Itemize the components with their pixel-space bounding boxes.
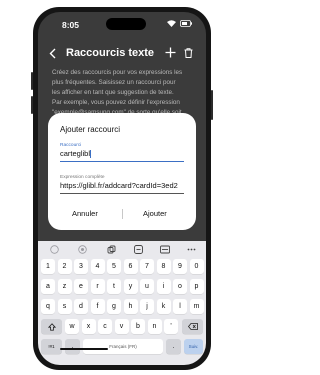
cancel-button[interactable]: Annuler — [72, 209, 98, 218]
shift-key[interactable] — [41, 319, 62, 334]
next-key[interactable]: Suiv. — [184, 339, 203, 354]
expression-field[interactable]: Expression complète https://glibl.fr/add… — [60, 175, 184, 194]
key-a[interactable]: a — [41, 279, 55, 294]
volume-down-button — [31, 96, 33, 114]
dialog-actions: Annuler Ajouter — [48, 207, 196, 223]
status-bar: 8:05 — [38, 12, 206, 36]
symbols-key[interactable]: !#1 — [41, 339, 62, 354]
key-o[interactable]: o — [173, 279, 187, 294]
key-q[interactable]: q — [41, 299, 55, 314]
key-7[interactable]: 7 — [140, 259, 154, 274]
status-time: 8:05 — [62, 20, 80, 30]
period-key[interactable]: . — [166, 339, 181, 354]
key-v[interactable]: v — [114, 319, 129, 334]
key-1[interactable]: 1 — [41, 259, 55, 274]
shortcut-field[interactable]: Raccourci carteglibl — [60, 143, 184, 163]
key-j[interactable]: j — [140, 299, 154, 314]
key-c[interactable]: c — [98, 319, 112, 334]
shortcut-input[interactable]: carteglibl — [60, 149, 90, 158]
key-4[interactable]: 4 — [90, 259, 105, 274]
shortcut-underline — [60, 161, 184, 163]
home-indicator — [60, 348, 108, 350]
volume-up-button — [31, 72, 33, 90]
keyboard: 1 2 3 4 5 6 7 8 9 0 a z e r t y u i o p … — [38, 241, 206, 365]
description-line: Créez des raccourcis pour vos expression… — [52, 69, 183, 76]
power-button — [211, 90, 213, 120]
clipboard-icon[interactable] — [107, 245, 116, 254]
backspace-key[interactable] — [182, 319, 203, 334]
shortcut-field-label: Raccourci — [60, 143, 82, 148]
add-button[interactable]: Ajouter — [143, 209, 167, 218]
expression-field-label: Expression complète — [60, 175, 105, 180]
text-cursor — [90, 150, 92, 159]
key-g[interactable]: g — [107, 299, 121, 314]
wifi-icon — [167, 20, 176, 27]
key-x[interactable]: x — [81, 319, 96, 334]
key-m[interactable]: m — [189, 299, 204, 314]
space-key[interactable]: Français (FR) — [83, 339, 163, 354]
key-d[interactable]: d — [74, 299, 88, 314]
sticker-icon[interactable] — [78, 245, 87, 254]
key-w[interactable]: w — [65, 319, 79, 334]
key-f[interactable]: f — [90, 299, 105, 314]
dialog-title: Ajouter raccourci — [60, 125, 121, 134]
backspace-icon — [187, 323, 198, 330]
key-t[interactable]: t — [107, 279, 121, 294]
key-b[interactable]: b — [131, 319, 145, 334]
add-shortcut-dialog: Ajouter raccourci Raccourci carteglibl E… — [48, 113, 196, 230]
key-z[interactable]: z — [57, 279, 72, 294]
key-6[interactable]: 6 — [123, 259, 138, 274]
key-2[interactable]: 2 — [57, 259, 72, 274]
emoji-icon[interactable] — [50, 245, 59, 254]
add-icon[interactable] — [165, 47, 176, 58]
page-title: Raccourcis texte — [66, 47, 155, 59]
description-line: plus fréquentes. Saisissez un raccourci … — [52, 79, 176, 86]
key-0[interactable]: 0 — [189, 259, 204, 274]
shift-icon — [47, 322, 56, 331]
key-i[interactable]: i — [156, 279, 171, 294]
description-line: Par exemple, vous pouvez définir l'expre… — [52, 99, 180, 106]
key-s[interactable]: s — [57, 299, 72, 314]
expression-input[interactable]: https://glibl.fr/addcard?cardId=3ed2 — [60, 181, 184, 190]
description-text: Créez des raccourcis pour vos expression… — [52, 68, 195, 118]
key-3[interactable]: 3 — [74, 259, 88, 274]
comma-key[interactable]: , — [65, 339, 80, 354]
keyboard-toolbar — [38, 241, 206, 258]
more-options-icon[interactable] — [187, 245, 196, 254]
battery-icon — [180, 20, 192, 27]
dynamic-island — [106, 18, 146, 30]
key-e[interactable]: e — [74, 279, 88, 294]
translate-icon[interactable] — [134, 245, 143, 254]
key-u[interactable]: u — [140, 279, 154, 294]
screen: 8:05 Raccourcis texte Créez des raccourc… — [38, 12, 206, 365]
key-apostrophe[interactable]: ' — [164, 319, 178, 334]
key-y[interactable]: y — [123, 279, 138, 294]
status-icons — [167, 20, 192, 27]
key-h[interactable]: h — [123, 299, 138, 314]
description-line: les afficher en tant que suggestion de t… — [52, 89, 174, 96]
trash-icon[interactable] — [184, 48, 193, 58]
actions-divider — [122, 209, 123, 219]
expression-underline — [60, 193, 184, 194]
key-k[interactable]: k — [156, 299, 171, 314]
key-8[interactable]: 8 — [156, 259, 171, 274]
app-bar: Raccourcis texte — [38, 36, 206, 72]
key-l[interactable]: l — [173, 299, 187, 314]
key-r[interactable]: r — [90, 279, 105, 294]
key-5[interactable]: 5 — [107, 259, 121, 274]
keyboard-layout-icon[interactable] — [160, 245, 170, 254]
key-n[interactable]: n — [147, 319, 162, 334]
back-arrow-icon[interactable] — [49, 48, 56, 59]
key-9[interactable]: 9 — [173, 259, 187, 274]
key-p[interactable]: p — [189, 279, 204, 294]
